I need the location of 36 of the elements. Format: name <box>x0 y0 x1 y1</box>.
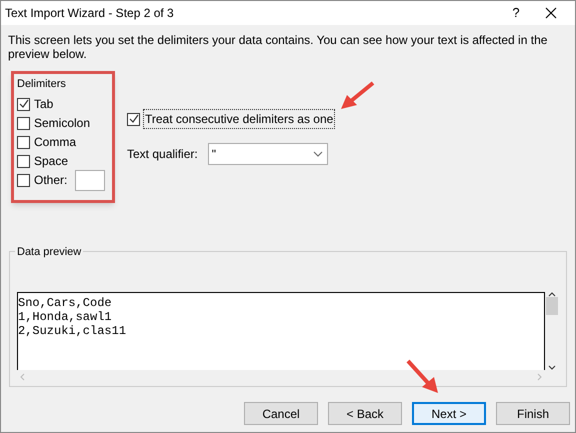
checkmark-icon <box>128 114 138 124</box>
dropdown-value: " <box>210 146 217 163</box>
checkbox-label: Other: <box>34 172 68 189</box>
checkbox[interactable] <box>17 154 30 168</box>
preview-line: 1,Honda,sawl1 <box>18 310 113 324</box>
window-title: Text Import Wizard - Step 2 of 3 <box>5 5 175 22</box>
checkbox[interactable] <box>127 112 140 126</box>
other-input-field[interactable] <box>75 170 106 190</box>
annotation-arrow-drawing <box>339 81 375 111</box>
checkmark-icon <box>18 99 28 109</box>
qualifier-dropdown[interactable]: " <box>208 143 328 165</box>
vertical-scrollbar[interactable] <box>545 292 559 370</box>
close-icon <box>545 7 557 19</box>
qualifier-label: Text qualifier: <box>127 146 198 163</box>
checkbox-label: Comma <box>34 134 76 151</box>
annotation-arrow-drawing <box>406 359 440 395</box>
help-button[interactable]: ? <box>501 3 531 23</box>
dialog-button[interactable]: < Back <box>328 402 402 425</box>
checkbox[interactable] <box>17 98 30 110</box>
checkbox-label: Treat consecutive delimiters as one <box>143 109 336 129</box>
group-title: Data preview <box>15 244 84 260</box>
checkbox-label: Semicolon <box>34 115 90 132</box>
scrollbar-thumb[interactable] <box>546 297 558 315</box>
dialog-button[interactable]: Next > <box>412 402 486 425</box>
checkbox[interactable] <box>17 174 30 186</box>
checkbox[interactable] <box>17 136 30 148</box>
checkbox-label: Space <box>34 153 68 170</box>
intro-text: This screen lets you set the delimiters your data contains. You can see how your text is affected in the preview below. <box>7 32 548 61</box>
group-title: Delimiters <box>17 77 67 92</box>
checkbox-label: Tab <box>34 96 54 113</box>
preview-line: 2,Suzuki,clas11 <box>18 324 128 338</box>
checkbox[interactable] <box>17 116 30 130</box>
chevron-down-icon <box>312 151 323 157</box>
dialog-button[interactable]: Cancel <box>244 402 318 425</box>
dialog-button[interactable]: Finish <box>496 402 570 425</box>
preview-line: Sno,Cars,Code <box>18 296 113 310</box>
